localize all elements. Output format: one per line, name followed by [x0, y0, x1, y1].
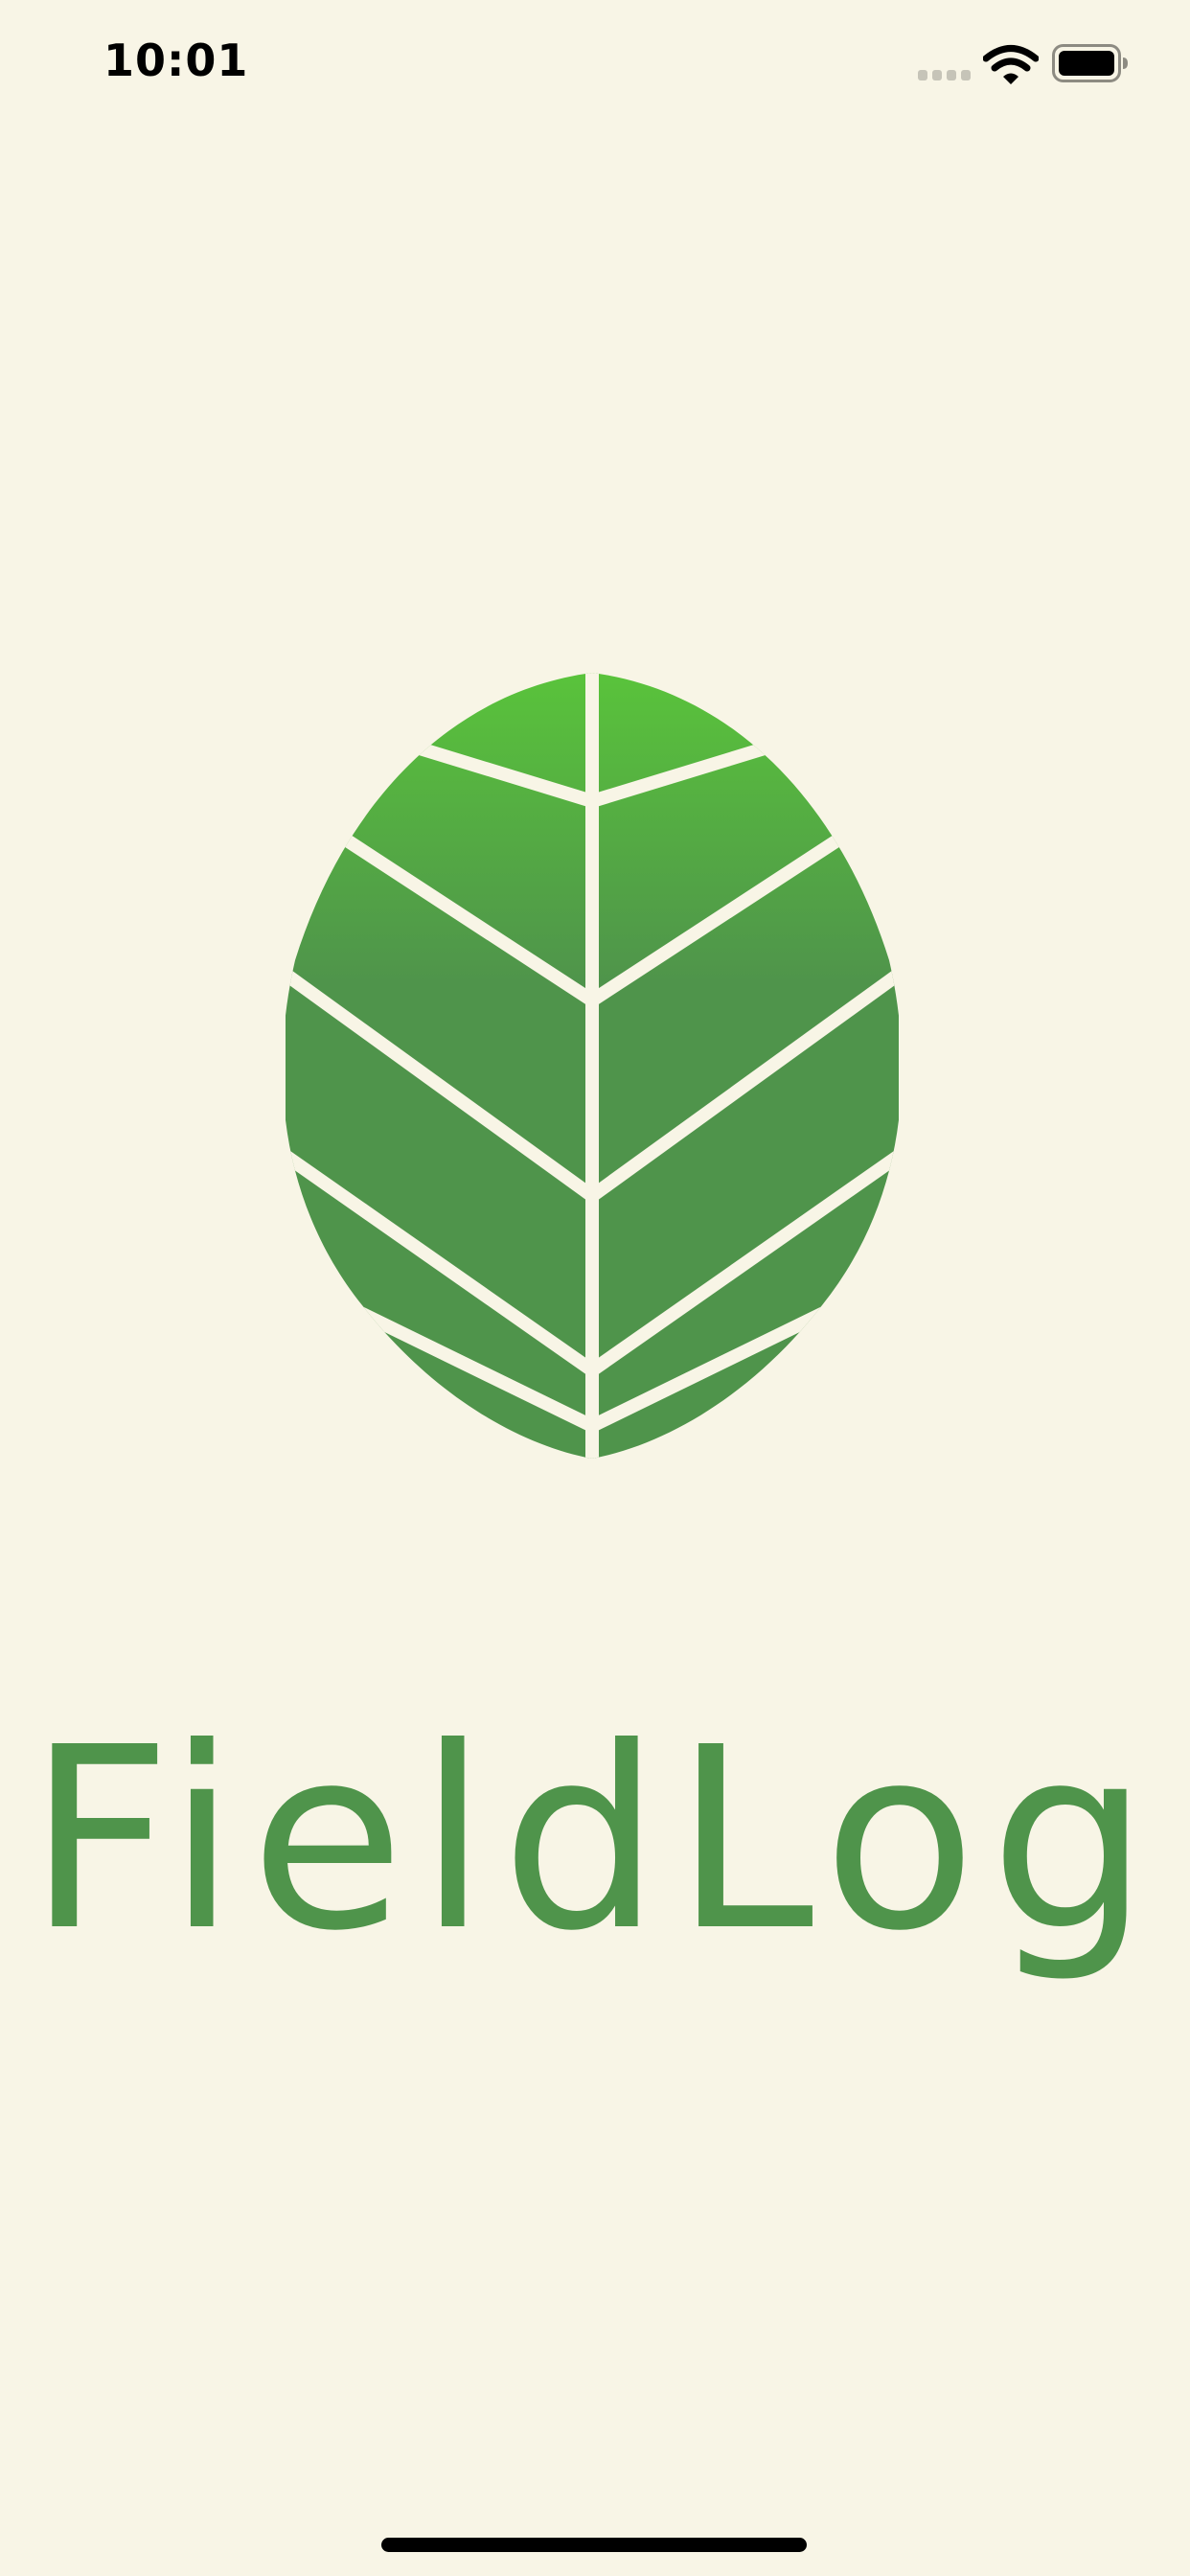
status-bar: 10:01 [0, 0, 1190, 126]
cellular-signal-icon [918, 70, 975, 81]
home-indicator[interactable] [381, 2538, 807, 2552]
leaf-icon [286, 673, 899, 1459]
app-name: FieldLog [27, 1693, 1163, 1986]
status-time: 10:01 [103, 34, 249, 86]
wifi-icon [983, 45, 1039, 84]
battery-icon [1052, 44, 1128, 82]
